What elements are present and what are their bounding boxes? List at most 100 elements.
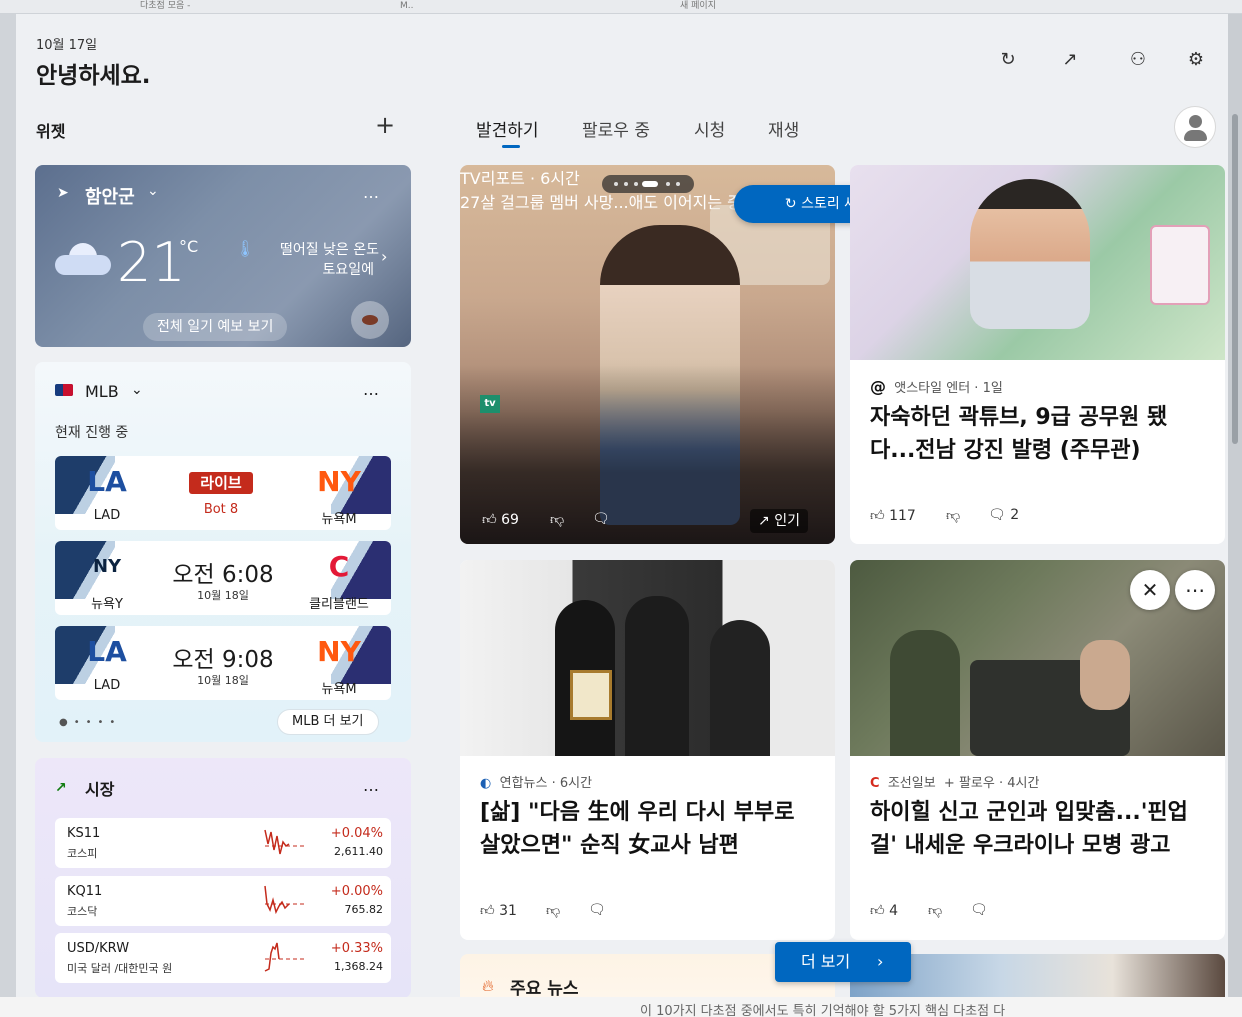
news-card[interactable]: ◐ 연합뉴스 · 6시간 [삶] "다음 生에 우리 다시 부부로 살았으면" … xyxy=(460,560,835,940)
avatar[interactable] xyxy=(1174,106,1216,148)
news-card[interactable]: @ 앳스타일 엔터 · 1일 자숙하던 곽튜브, 9급 공무원 됐다...전남 … xyxy=(850,165,1225,544)
market-title[interactable]: 시장 xyxy=(85,776,114,800)
mlb-subtitle: 현재 진행 중 xyxy=(55,425,129,441)
comment-icon[interactable]: 🗨︎ xyxy=(588,902,606,918)
comment-icon[interactable]: 🗨︎ xyxy=(970,902,988,918)
game-time: 오전 6:08 xyxy=(172,562,274,588)
stock-change: +0.00% xyxy=(330,884,383,899)
stock-row[interactable]: KQ11 코스닥 +0.00% 765.82 xyxy=(55,876,391,926)
sparkline xyxy=(264,885,307,915)
dislike-icon[interactable]: 👎︎ xyxy=(928,902,942,919)
mlb-title[interactable]: MLB xyxy=(85,382,119,401)
close-icon[interactable]: ✕ xyxy=(1130,570,1170,610)
dislike-icon[interactable]: 👎︎ xyxy=(946,507,960,524)
top-news-title[interactable]: 주요 뉴스 xyxy=(510,974,578,997)
mlb-widget[interactable]: MLB ⌄ … 현재 진행 중 LA LAD 라이브 Bot 8 NY 뉴욕M … xyxy=(35,362,411,742)
background-document: 이 10가지 다초점 중에서도 특히 기억해야 할 5가지 핵심 다초점 다 xyxy=(0,997,1242,1017)
weather-widget[interactable]: ➤ 함안군 ⌄ … 21 °C 🌡 떨어질 낮은 온도 토요일에 › 전체 일기… xyxy=(35,165,411,347)
news-source[interactable]: C 조선일보 + 팔로우 · 4시간 xyxy=(870,772,1039,791)
game-time: 오전 9:08 xyxy=(172,647,274,673)
stock-row[interactable]: KS11 코스피 +0.04% 2,611.40 xyxy=(55,818,391,868)
expand-icon[interactable]: ↗ xyxy=(1058,48,1082,72)
game-row[interactable]: LA LAD 라이브 Bot 8 NY 뉴욕M xyxy=(55,456,391,530)
comment-button[interactable]: 🗨︎ 2 xyxy=(988,507,1021,523)
dislike-icon[interactable]: 👎︎ xyxy=(546,902,560,919)
news-headline[interactable]: 자숙하던 곽튜브, 9급 공무원 됐다...전남 강진 발령 (주무관) xyxy=(870,401,1210,467)
taskbar-strip: 다초점 모음 - M.. 새 페이지 xyxy=(0,0,1242,14)
news-headline[interactable]: [삶] "다음 生에 우리 다시 부부로 살았으면" 순직 女교사 남편 xyxy=(480,796,820,862)
trend-up-icon: ↗ xyxy=(55,780,67,796)
chevron-down-icon[interactable]: ⌄ xyxy=(131,382,143,398)
see-more-button[interactable]: 더 보기 › xyxy=(775,942,911,982)
news-card[interactable]: ✕ ⋯ C 조선일보 + 팔로우 · 4시간 하이힐 신고 군인과 입맞춤...… xyxy=(850,560,1225,940)
widgets-panel: 10월 17일 안녕하세요. ↻ ↗ ⚇ ⚙ 위젯 + 발견하기 팔로우 중 시… xyxy=(16,14,1228,997)
taskbar-tab[interactable]: 다초점 모음 - xyxy=(140,0,340,14)
sparkline xyxy=(264,829,307,855)
weather-location[interactable]: 함안군 xyxy=(85,183,135,209)
location-arrow-icon: ➤ xyxy=(57,185,69,201)
guardians-logo-icon: C xyxy=(328,550,350,583)
background-text: 이 10가지 다초점 중에서도 특히 기억해야 할 5가지 핵심 다초점 다 xyxy=(640,1004,1006,1017)
news-image xyxy=(460,560,835,756)
cloud-icon xyxy=(55,239,113,279)
tab-discover[interactable]: 발견하기 xyxy=(476,116,539,141)
background-window-left xyxy=(0,14,16,997)
more-options-icon[interactable]: … xyxy=(363,183,380,202)
stock-value: 1,368.24 xyxy=(334,960,383,973)
taskbar-tab[interactable]: 새 페이지 xyxy=(680,0,780,14)
news-source[interactable]: @ 앳스타일 엔터 · 1일 xyxy=(870,377,1003,396)
weather-alert[interactable]: 떨어질 낮은 온도 xyxy=(259,239,379,259)
chevron-right-icon[interactable]: › xyxy=(381,247,387,266)
stock-value: 765.82 xyxy=(344,903,384,916)
weather-alert-day[interactable]: 토요일에 xyxy=(259,259,374,279)
mets-logo-icon: NY xyxy=(317,465,361,498)
more-options-icon[interactable]: ⋯ xyxy=(1175,570,1215,610)
gear-icon[interactable]: ⚙ xyxy=(1184,48,1208,72)
carousel-pager[interactable] xyxy=(602,175,694,193)
home-team: LAD xyxy=(93,678,121,693)
active-tab-indicator xyxy=(502,145,520,148)
thermometer-icon: 🌡 xyxy=(235,239,256,258)
more-options-icon[interactable]: … xyxy=(363,776,380,795)
tvreport-logo-icon: tv xyxy=(480,395,500,413)
like-button[interactable]: 👍︎ 69 xyxy=(482,511,521,528)
scroll-thumb[interactable] xyxy=(1232,114,1238,444)
stock-value: 2,611.40 xyxy=(334,845,383,858)
comment-icon[interactable]: 🗨︎ xyxy=(592,511,610,527)
market-widget[interactable]: ↗ 시장 … KS11 코스피 +0.04% 2,611.40 KQ11 코스닥… xyxy=(35,758,411,997)
stock-change: +0.04% xyxy=(330,826,383,841)
refresh-icon[interactable]: ↻ xyxy=(996,48,1020,72)
taskbar-tab[interactable]: M.. xyxy=(400,0,470,14)
chevron-down-icon[interactable]: ⌄ xyxy=(147,183,159,199)
stock-row[interactable]: USD/KRW 미국 달러 /대한민국 원 +0.33% 1,368.24 xyxy=(55,933,391,983)
tab-following[interactable]: 팔로우 중 xyxy=(582,116,650,141)
inning: Bot 8 xyxy=(203,502,239,517)
away-team: 클리블랜드 xyxy=(309,597,369,612)
background-scrollbar[interactable] xyxy=(1228,14,1242,997)
weather-copilot-icon[interactable] xyxy=(351,301,389,339)
news-source[interactable]: ◐ 연합뉴스 · 6시간 xyxy=(480,772,592,791)
temperature-unit[interactable]: °C xyxy=(179,237,198,256)
full-forecast-button[interactable]: 전체 일기 예보 보기 xyxy=(143,313,288,341)
stock-symbol: USD/KRW xyxy=(67,941,130,956)
add-widget-icon[interactable]: + xyxy=(372,112,398,138)
mlb-more-button[interactable]: MLB 더 보기 xyxy=(277,709,379,735)
follow-button[interactable]: + 팔로우 xyxy=(944,776,995,791)
pager-dots[interactable]: ●•••• xyxy=(59,717,121,728)
like-button[interactable]: 👍︎ 4 xyxy=(870,902,900,919)
sparkline xyxy=(264,942,307,972)
away-team: 뉴욕M xyxy=(321,682,357,697)
temperature: 21 xyxy=(117,231,186,294)
away-team: 뉴욕M xyxy=(321,512,357,527)
tab-play[interactable]: 재생 xyxy=(768,116,799,141)
like-button[interactable]: 👍︎ 31 xyxy=(480,902,519,919)
tab-watch[interactable]: 시청 xyxy=(694,116,725,141)
like-button[interactable]: 👍︎ 117 xyxy=(870,507,918,524)
yankees-logo-icon: NY xyxy=(92,556,122,577)
dislike-icon[interactable]: 👎︎ xyxy=(550,511,564,528)
game-row[interactable]: NY 뉴욕Y 오전 6:08 10월 18일 C 클리블랜드 xyxy=(55,541,391,615)
news-headline[interactable]: 하이힐 신고 군인과 입맞춤...'핀업걸' 내세운 우크라이나 모병 광고 xyxy=(870,796,1210,862)
people-icon[interactable]: ⚇ xyxy=(1126,48,1150,72)
game-row[interactable]: LA LAD 오전 9:08 10월 18일 NY 뉴욕M xyxy=(55,626,391,700)
more-options-icon[interactable]: … xyxy=(363,380,380,399)
